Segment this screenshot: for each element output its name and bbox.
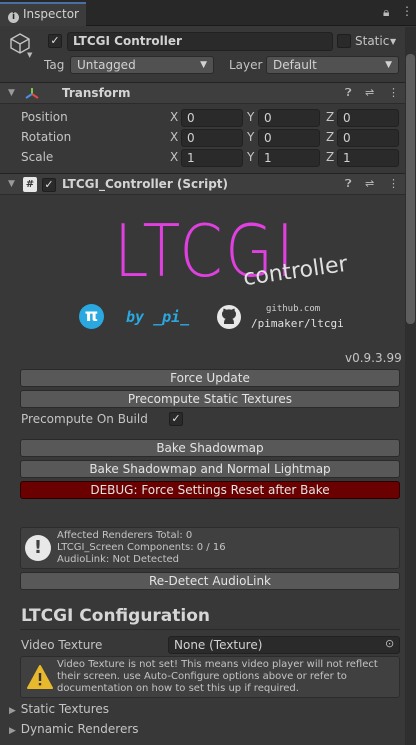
transform-title: Transform: [62, 86, 131, 100]
tab-bar: i Inspector 🔒︎ ⋮: [0, 0, 416, 26]
static-label: Static: [355, 34, 390, 48]
video-texture-label: Video Texture: [21, 638, 103, 652]
axis-label-y[interactable]: Y: [247, 130, 254, 144]
tag-label: Tag: [44, 58, 65, 72]
by-pi-text: by _pi_: [126, 308, 190, 326]
script-title: LTCGI_Controller (Script): [62, 177, 229, 191]
axis-label-z[interactable]: Z: [326, 150, 334, 164]
axis-label-y[interactable]: Y: [247, 150, 254, 164]
preset-icon[interactable]: ⇌: [365, 177, 374, 190]
config-heading: LTCGI Configuration: [21, 606, 211, 626]
warning-icon: [27, 665, 53, 689]
precompute-on-build-checkbox[interactable]: ✓: [169, 412, 183, 426]
more-menu-icon[interactable]: ⋮: [401, 4, 413, 18]
tab-inspector[interactable]: i Inspector: [0, 2, 86, 26]
debug-force-reset-button[interactable]: DEBUG: Force Settings Reset after Bake: [20, 481, 400, 499]
layer-dropdown[interactable]: Default ▼: [266, 56, 399, 74]
tag-value: Untagged: [77, 58, 136, 72]
axis-label-z[interactable]: Z: [326, 110, 334, 124]
transform-row-label: Position: [21, 110, 68, 124]
script-header[interactable]: ▼ # ✓ LTCGI_Controller (Script) ❓︎ ⇌ ⋮: [0, 173, 416, 195]
fold-arrow-icon: ▶: [9, 726, 16, 736]
object-picker-icon[interactable]: ⊙: [385, 637, 394, 650]
transform-header[interactable]: ▼ Transform ❓︎ ⇌ ⋮: [0, 82, 416, 104]
transform-z-field[interactable]: 0: [337, 109, 399, 127]
warning-text: Video Texture is not set! This means vid…: [57, 659, 378, 694]
axis-label-x[interactable]: X: [170, 150, 178, 164]
fold-arrow-icon: ▶: [9, 706, 16, 716]
object-name-field[interactable]: LTCGI Controller: [67, 32, 333, 51]
ltcgi-logo: LTCGI controller: [110, 212, 350, 302]
more-menu-icon[interactable]: ⋮: [388, 177, 399, 190]
axis-label-z[interactable]: Z: [326, 130, 334, 144]
tab-label: Inspector: [23, 7, 79, 21]
script-file-icon: #: [23, 177, 37, 192]
transform-y-field[interactable]: 0: [258, 109, 320, 127]
icon-dropdown-caret[interactable]: ▼: [27, 51, 32, 59]
info-icon: i: [8, 12, 19, 23]
transform-x-field[interactable]: 0: [181, 129, 243, 147]
static-checkbox[interactable]: [337, 34, 351, 48]
layer-value: Default: [273, 58, 317, 72]
github-path-text: /pimaker/ltcgi: [251, 317, 344, 330]
precompute-static-textures-button[interactable]: Precompute Static Textures: [20, 390, 400, 408]
chevron-down-icon: ▼: [385, 60, 392, 70]
pi-logo-icon: π: [79, 304, 104, 329]
static-textures-foldout[interactable]: ▶ Static Textures: [9, 702, 109, 716]
info-line-audiolink: AudioLink: Not Detected: [57, 554, 179, 565]
scrollbar-thumb[interactable]: [406, 54, 415, 324]
help-icon[interactable]: ❓︎: [345, 86, 352, 100]
static-dropdown-caret[interactable]: ▼: [390, 37, 396, 46]
info-line-screens: LTCGI_Screen Components: 0 / 16: [57, 542, 226, 553]
info-help-box: ! Affected Renderers Total: 0 LTCGI_Scre…: [20, 527, 400, 569]
transform-x-field[interactable]: 0: [181, 109, 243, 127]
preset-icon[interactable]: ⇌: [365, 86, 374, 99]
github-small-text: github.com: [266, 304, 321, 314]
layer-label: Layer: [229, 58, 263, 72]
bake-shadowmap-normal-lightmap-button[interactable]: Bake Shadowmap and Normal Lightmap: [20, 460, 400, 478]
more-menu-icon[interactable]: ⋮: [388, 86, 399, 99]
transform-z-field[interactable]: 1: [337, 149, 399, 167]
tag-dropdown[interactable]: Untagged ▼: [70, 56, 214, 74]
redetect-audiolink-button[interactable]: Re-Detect AudioLink: [20, 572, 400, 590]
axis-label-y[interactable]: Y: [247, 110, 254, 124]
axis-label-x[interactable]: X: [170, 130, 178, 144]
active-checkbox[interactable]: ✓: [48, 34, 62, 48]
transform-z-field[interactable]: 0: [337, 129, 399, 147]
force-update-button[interactable]: Force Update: [20, 369, 400, 387]
dynamic-renderers-label: Dynamic Renderers: [20, 722, 139, 736]
static-textures-label: Static Textures: [20, 702, 110, 716]
fold-arrow-icon[interactable]: ▼: [8, 179, 15, 189]
github-icon: [216, 304, 242, 330]
help-icon[interactable]: ❓︎: [345, 177, 352, 191]
fold-arrow-icon[interactable]: ▼: [8, 88, 15, 98]
transform-x-field[interactable]: 1: [181, 149, 243, 167]
video-texture-value: None (Texture): [174, 638, 263, 652]
transform-row-label: Rotation: [21, 130, 72, 144]
chevron-down-icon: ▼: [200, 60, 207, 70]
precompute-on-build-label: Precompute On Build: [21, 412, 148, 426]
script-enabled-checkbox[interactable]: ✓: [42, 178, 56, 192]
info-icon: !: [25, 535, 51, 561]
divider: [20, 629, 400, 630]
transform-y-field[interactable]: 1: [258, 149, 320, 167]
warning-help-box: Video Texture is not set! This means vid…: [20, 656, 400, 698]
video-texture-field[interactable]: None (Texture): [168, 636, 400, 654]
info-line-renderers: Affected Renderers Total: 0: [57, 530, 193, 541]
transform-row-label: Scale: [21, 150, 54, 164]
lock-icon[interactable]: 🔒︎: [383, 5, 389, 20]
transform-y-field[interactable]: 0: [258, 129, 320, 147]
bake-shadowmap-button[interactable]: Bake Shadowmap: [20, 439, 400, 457]
transform-icon: [24, 86, 40, 102]
version-label: v0.9.3.99: [345, 351, 402, 365]
axis-label-x[interactable]: X: [170, 110, 178, 124]
dynamic-renderers-foldout[interactable]: ▶ Dynamic Renderers: [9, 722, 139, 736]
